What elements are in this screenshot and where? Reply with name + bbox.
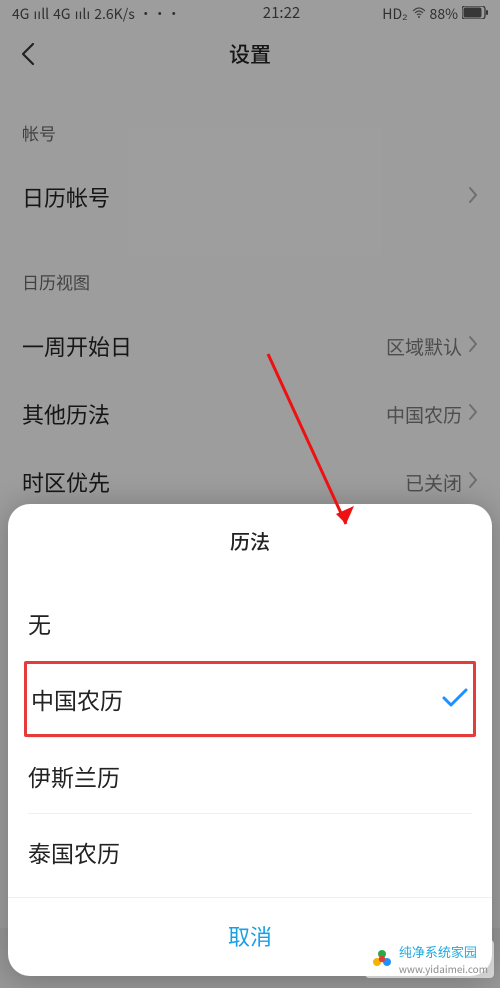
option-label: 伊斯兰历 [28, 759, 120, 793]
watermark-brand: 纯净系统家园 [399, 942, 477, 961]
option-label: 泰国农历 [28, 835, 120, 869]
option-thai-lunar[interactable]: 泰国农历 [28, 813, 472, 889]
option-chinese-lunar[interactable]: 中国农历 [24, 661, 476, 737]
watermark: 纯净系统家园 www.yidaimei.com [365, 940, 494, 978]
watermark-logo-icon [371, 948, 393, 970]
option-islamic[interactable]: 伊斯兰历 [28, 737, 472, 813]
option-label: 无 [28, 606, 51, 640]
option-none[interactable]: 无 [28, 585, 472, 661]
calendar-system-sheet: 历法 无 中国农历 伊斯兰历 泰国农历 取消 [8, 504, 492, 976]
check-icon [441, 682, 469, 716]
sheet-options: 无 中国农历 伊斯兰历 泰国农历 [8, 585, 492, 889]
sheet-title: 历法 [8, 504, 492, 585]
watermark-url: www.yidaimei.com [399, 961, 488, 976]
option-label: 中国农历 [31, 682, 123, 716]
